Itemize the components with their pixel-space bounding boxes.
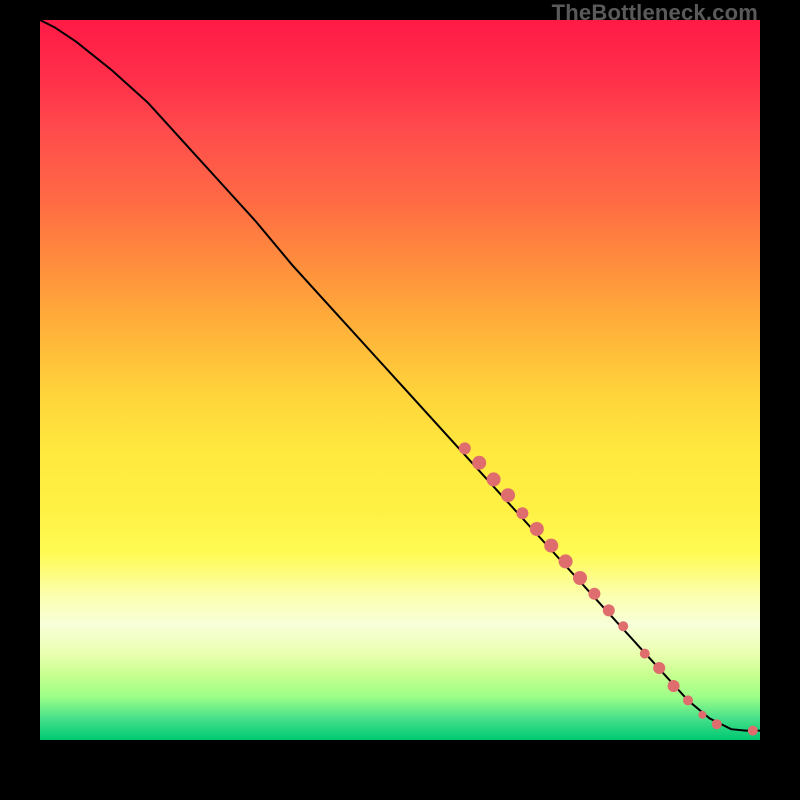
chart-stage: TheBottleneck.com (0, 0, 800, 800)
data-marker (588, 588, 600, 600)
chart-svg (40, 20, 760, 740)
data-marker (668, 680, 680, 692)
data-marker (501, 488, 515, 502)
data-marker (698, 711, 706, 719)
data-marker (712, 719, 722, 729)
data-marker (640, 649, 650, 659)
curve-line (40, 20, 760, 731)
data-marker (653, 662, 665, 674)
data-marker (472, 456, 486, 470)
data-marker (530, 522, 544, 536)
data-marker (487, 472, 501, 486)
data-marker (603, 604, 615, 616)
data-marker (544, 539, 558, 553)
curve-markers (459, 442, 758, 735)
data-marker (618, 621, 628, 631)
data-marker (683, 695, 693, 705)
data-marker (516, 507, 528, 519)
data-marker (748, 726, 758, 736)
data-marker (559, 554, 573, 568)
data-marker (573, 571, 587, 585)
data-marker (459, 442, 471, 454)
plot-area (40, 20, 760, 740)
